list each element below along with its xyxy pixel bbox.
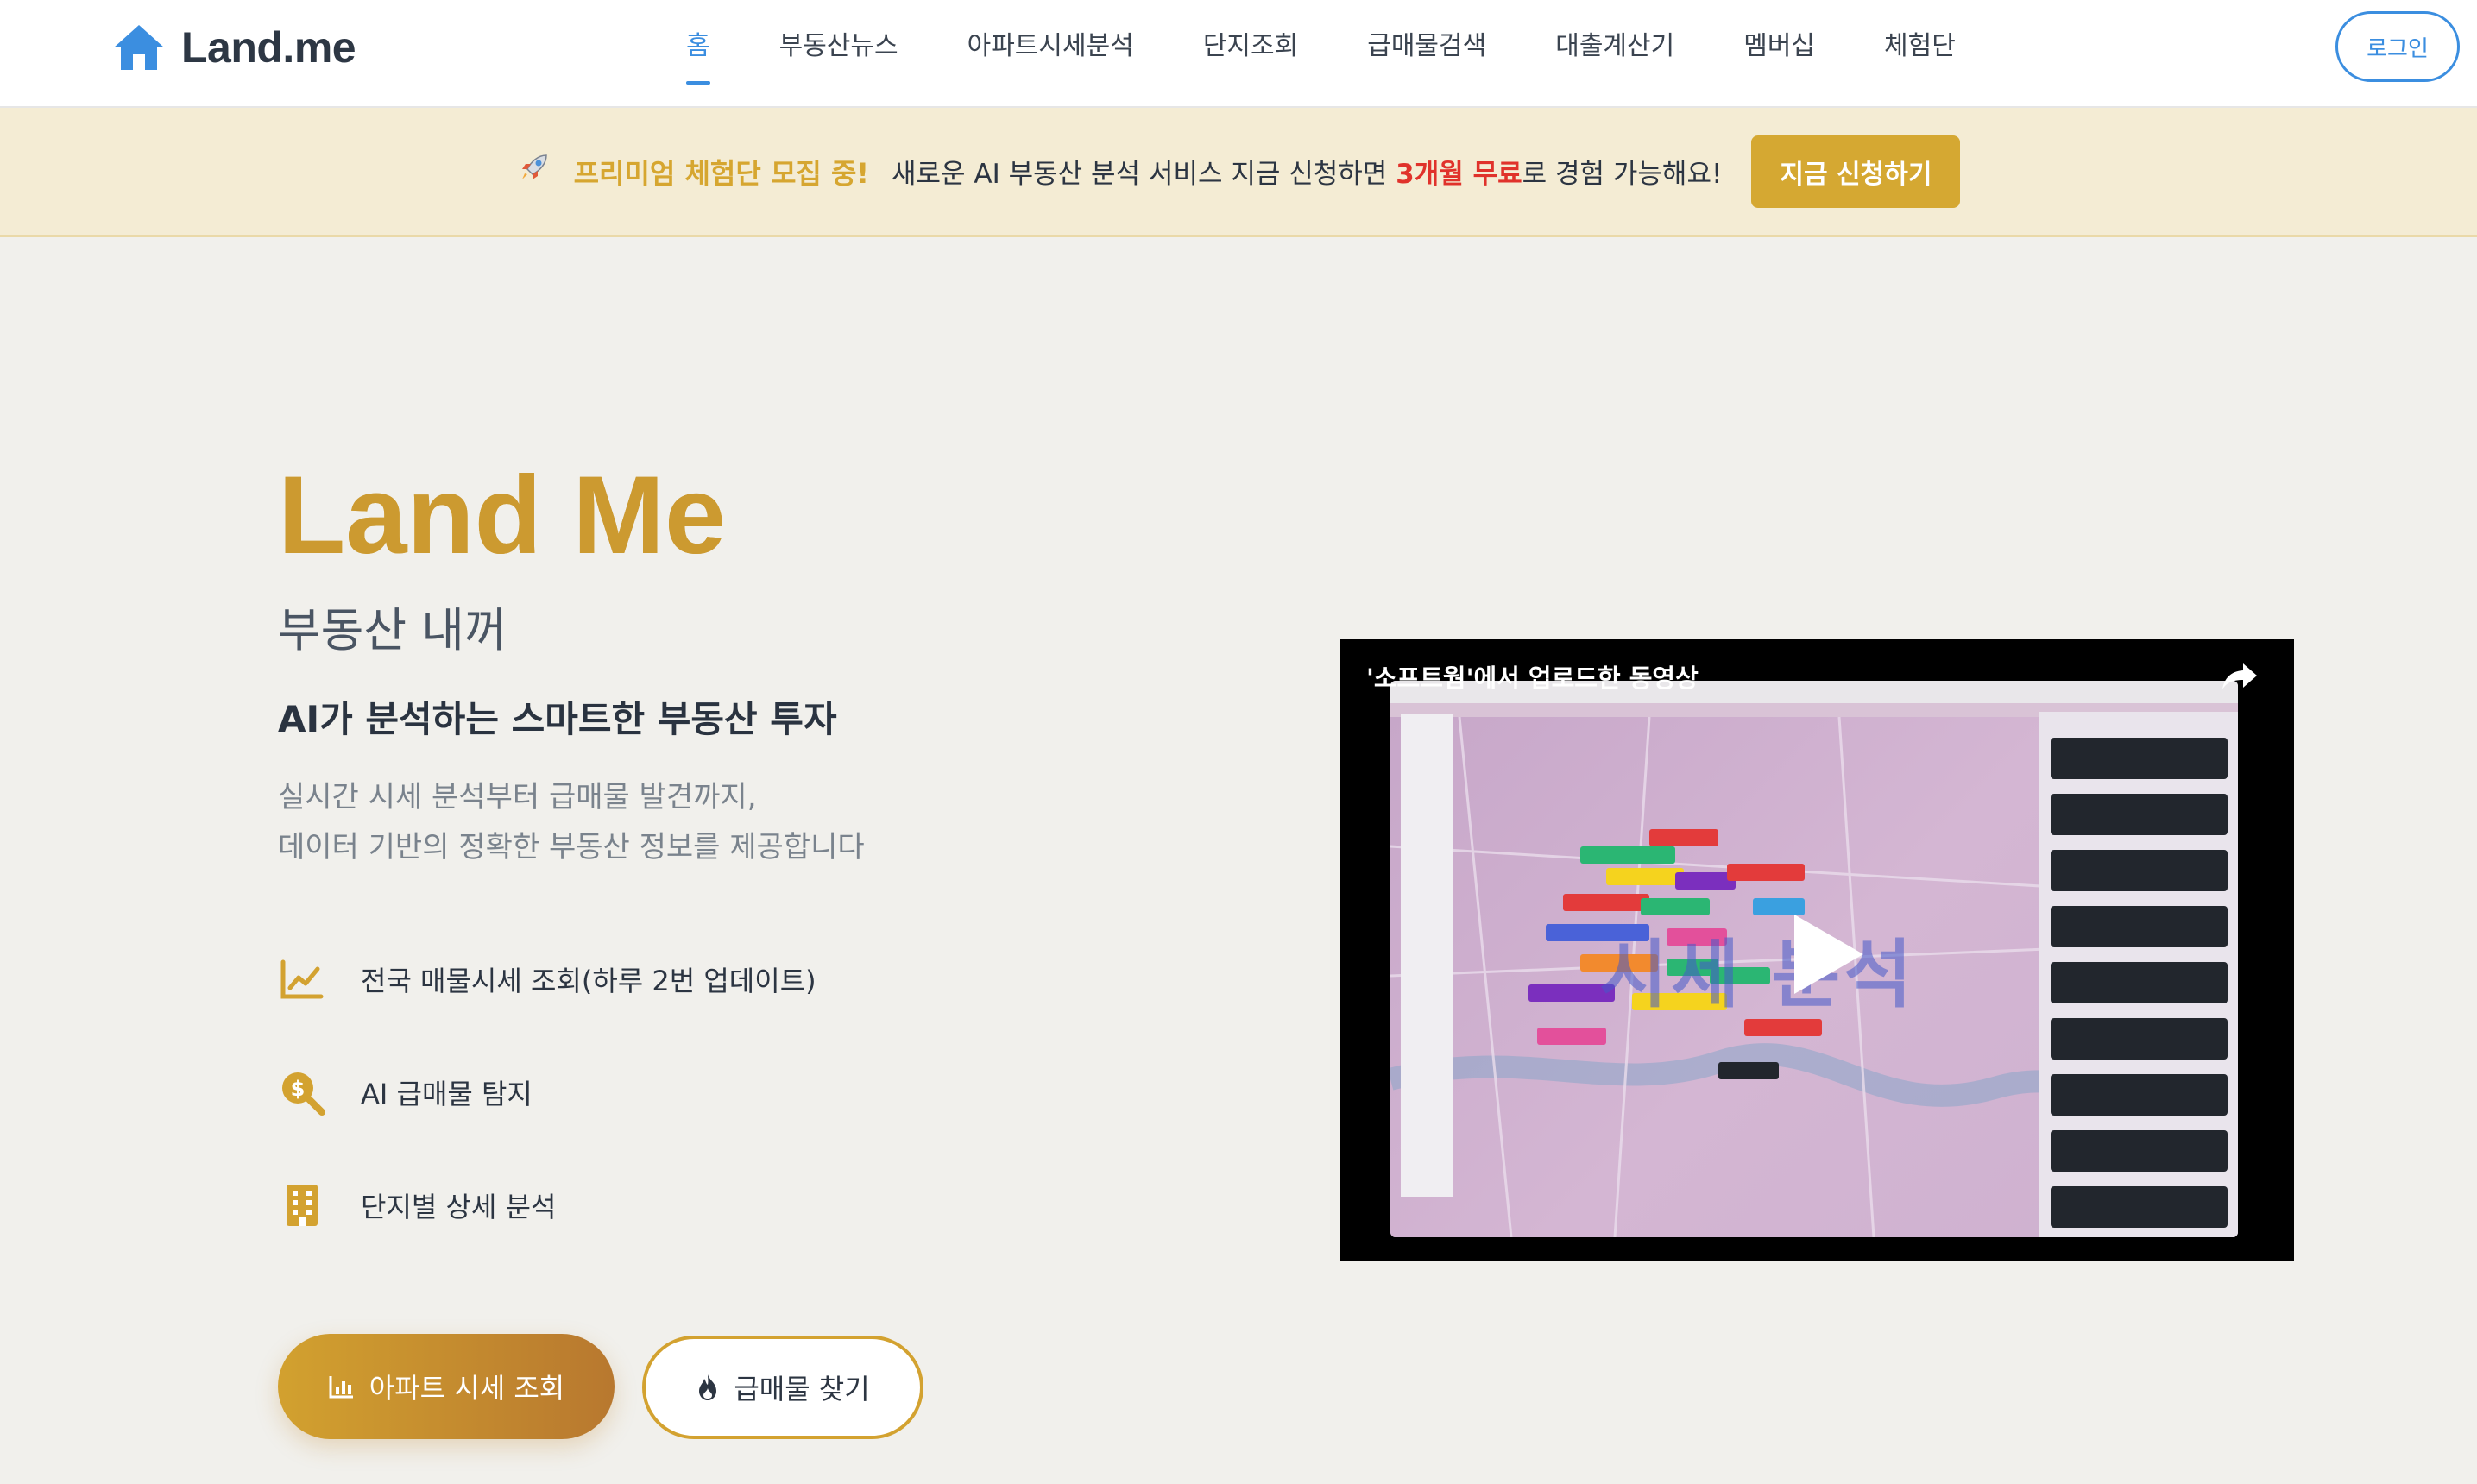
chart-line-icon — [278, 955, 326, 1003]
nav-item-experience[interactable]: 체험단 — [1884, 17, 1956, 76]
share-icon[interactable] — [2219, 658, 2260, 693]
logo-text: Land.me — [181, 23, 356, 72]
nav-item-urgent-sale[interactable]: 급매물검색 — [1367, 17, 1486, 76]
banner-free-highlight: 3개월 무료 — [1396, 159, 1522, 190]
hero-subtitle: 부동산 내꺼 — [278, 603, 507, 657]
feature-item: 전국 매물시세 조회(하루 2번 업데이트) — [278, 953, 816, 1005]
video-player[interactable]: 시세 분석 '소프트웜'에서 업로드한 동영상 — [1340, 639, 2294, 1261]
banner-highlight: 프리미엄 체험단 모집 중! — [573, 156, 869, 190]
apartment-price-button[interactable]: 아파트 시세 조회 — [278, 1334, 615, 1439]
bar-chart-icon — [328, 1374, 356, 1399]
nav-menu: 홈 부동산뉴스 아파트시세분석 단지조회 급매물검색 대출계산기 멤버십 체험단 — [686, 17, 2025, 85]
video-title[interactable]: '소프트웜'에서 업로드한 동영상 — [1366, 658, 1699, 695]
building-icon — [278, 1181, 326, 1229]
nav-item-membership[interactable]: 멤버십 — [1743, 17, 1815, 76]
hero-title: Land Me — [278, 454, 727, 577]
apply-now-button[interactable]: 지금 신청하기 — [1751, 135, 1961, 208]
nav-item-home[interactable]: 홈 — [686, 17, 710, 85]
play-icon[interactable] — [1789, 911, 1867, 997]
banner-message: 새로운 AI 부동산 분석 서비스 지금 신청하면 3개월 무료로 경험 가능해… — [892, 159, 1723, 190]
hero-tagline: AI가 분석하는 스마트한 부동산 투자 — [278, 698, 837, 740]
search-dollar-icon: $ — [278, 1068, 326, 1116]
home-icon — [114, 25, 164, 70]
top-navbar: Land.me 홈 부동산뉴스 아파트시세분석 단지조회 급매물검색 대출계산기… — [0, 0, 2477, 108]
nav-item-complex-search[interactable]: 단지조회 — [1203, 17, 1298, 76]
nav-item-news[interactable]: 부동산뉴스 — [779, 17, 898, 76]
svg-text:$: $ — [291, 1077, 306, 1101]
nav-item-loan-calculator[interactable]: 대출계산기 — [1555, 17, 1674, 76]
promo-banner: 프리미엄 체험단 모집 중! 새로운 AI 부동산 분석 서비스 지금 신청하면… — [0, 108, 2477, 237]
logo[interactable]: Land.me — [110, 19, 356, 76]
fire-icon — [696, 1373, 720, 1402]
rocket-icon — [517, 150, 551, 192]
video-overlay-text: 시세 분석 — [1599, 932, 1916, 1018]
find-urgent-sale-button[interactable]: 급매물 찾기 — [642, 1336, 923, 1439]
feature-item: 단지별 상세 분석 — [278, 1179, 816, 1231]
feature-list: 전국 매물시세 조회(하루 2번 업데이트) $ AI 급매물 탐지 단지별 상… — [278, 953, 816, 1292]
hero-description: 실시간 시세 분석부터 급매물 발견까지, 데이터 기반의 정확한 부동산 정보… — [278, 780, 865, 865]
login-button[interactable]: 로그인 — [2335, 11, 2460, 82]
nav-item-price-analysis[interactable]: 아파트시세분석 — [967, 17, 1134, 76]
feature-item: $ AI 급매물 탐지 — [278, 1066, 816, 1118]
